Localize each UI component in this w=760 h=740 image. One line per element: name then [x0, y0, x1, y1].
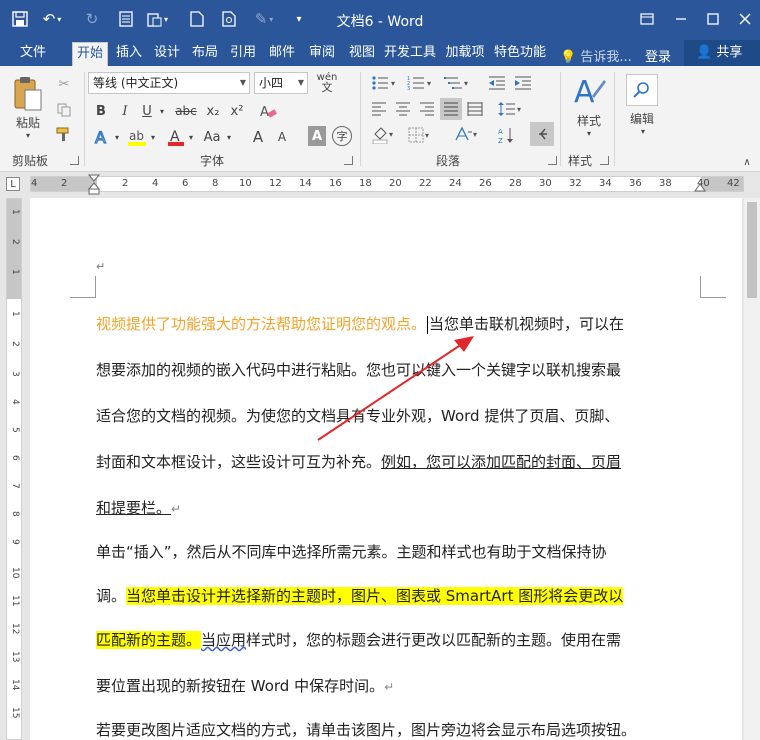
annotation-arrow — [317, 336, 474, 441]
vertical-scrollbar[interactable] — [744, 198, 760, 740]
scrollbar-thumb[interactable] — [747, 202, 757, 298]
